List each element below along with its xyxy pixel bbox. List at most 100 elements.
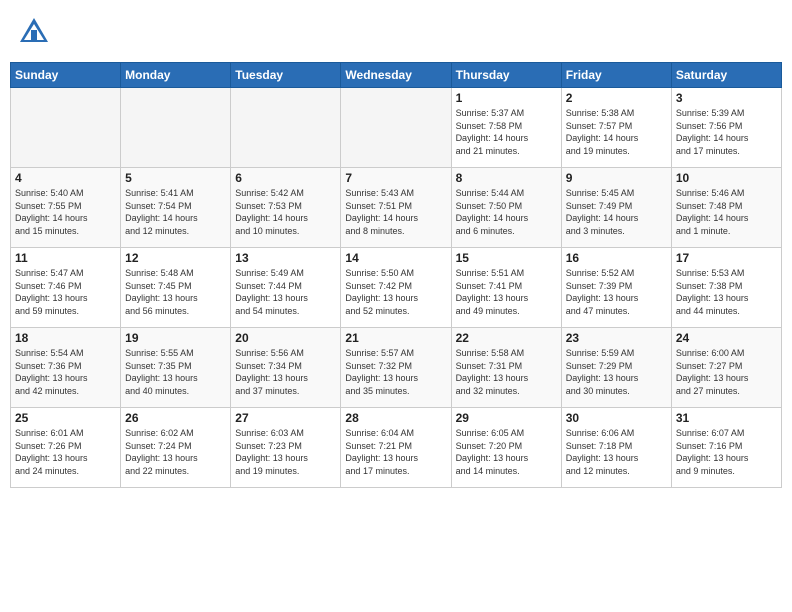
- calendar-cell: 8 Sunrise: 5:44 AM Sunset: 7:50 PM Daylig…: [451, 168, 561, 248]
- day-number: 31: [676, 411, 777, 425]
- day-info: Sunrise: 5:54 AM Sunset: 7:36 PM Dayligh…: [15, 347, 116, 397]
- calendar-cell: 26 Sunrise: 6:02 AM Sunset: 7:24 PM Dayli…: [121, 408, 231, 488]
- calendar-cell: 21 Sunrise: 5:57 AM Sunset: 7:32 PM Dayli…: [341, 328, 451, 408]
- day-info: Sunrise: 6:05 AM Sunset: 7:20 PM Dayligh…: [456, 427, 557, 477]
- weekday-header-monday: Monday: [121, 63, 231, 88]
- calendar-cell: 4 Sunrise: 5:40 AM Sunset: 7:55 PM Daylig…: [11, 168, 121, 248]
- calendar-cell: 30 Sunrise: 6:06 AM Sunset: 7:18 PM Dayli…: [561, 408, 671, 488]
- day-number: 28: [345, 411, 446, 425]
- calendar-cell: [341, 88, 451, 168]
- day-number: 30: [566, 411, 667, 425]
- day-info: Sunrise: 6:02 AM Sunset: 7:24 PM Dayligh…: [125, 427, 226, 477]
- day-number: 6: [235, 171, 336, 185]
- day-info: Sunrise: 5:38 AM Sunset: 7:57 PM Dayligh…: [566, 107, 667, 157]
- day-info: Sunrise: 6:03 AM Sunset: 7:23 PM Dayligh…: [235, 427, 336, 477]
- calendar-cell: 28 Sunrise: 6:04 AM Sunset: 7:21 PM Dayli…: [341, 408, 451, 488]
- week-row-2: 4 Sunrise: 5:40 AM Sunset: 7:55 PM Daylig…: [11, 168, 782, 248]
- day-number: 24: [676, 331, 777, 345]
- week-row-5: 25Sunrise: 6:01 AM Sunset: 7:26 PM Dayli…: [11, 408, 782, 488]
- day-number: 11: [15, 251, 116, 265]
- calendar-cell: 22Sunrise: 5:58 AM Sunset: 7:31 PM Dayli…: [451, 328, 561, 408]
- day-info: Sunrise: 6:04 AM Sunset: 7:21 PM Dayligh…: [345, 427, 446, 477]
- day-info: Sunrise: 5:52 AM Sunset: 7:39 PM Dayligh…: [566, 267, 667, 317]
- calendar-table: SundayMondayTuesdayWednesdayThursdayFrid…: [10, 62, 782, 488]
- calendar-cell: 31 Sunrise: 6:07 AM Sunset: 7:16 PM Dayli…: [671, 408, 781, 488]
- calendar-cell: 14Sunrise: 5:50 AM Sunset: 7:42 PM Dayli…: [341, 248, 451, 328]
- calendar-cell: [231, 88, 341, 168]
- logo-icon: [16, 14, 52, 50]
- day-info: Sunrise: 5:46 AM Sunset: 7:48 PM Dayligh…: [676, 187, 777, 237]
- day-number: 7: [345, 171, 446, 185]
- day-number: 20: [235, 331, 336, 345]
- day-number: 21: [345, 331, 446, 345]
- calendar-cell: 16 Sunrise: 5:52 AM Sunset: 7:39 PM Dayli…: [561, 248, 671, 328]
- day-number: 8: [456, 171, 557, 185]
- day-info: Sunrise: 5:53 AM Sunset: 7:38 PM Dayligh…: [676, 267, 777, 317]
- calendar-cell: 18 Sunrise: 5:54 AM Sunset: 7:36 PM Dayli…: [11, 328, 121, 408]
- day-number: 2: [566, 91, 667, 105]
- day-info: Sunrise: 5:50 AM Sunset: 7:42 PM Dayligh…: [345, 267, 446, 317]
- day-info: Sunrise: 5:40 AM Sunset: 7:55 PM Dayligh…: [15, 187, 116, 237]
- day-number: 23: [566, 331, 667, 345]
- day-info: Sunrise: 6:00 AM Sunset: 7:27 PM Dayligh…: [676, 347, 777, 397]
- calendar-cell: 7 Sunrise: 5:43 AM Sunset: 7:51 PM Daylig…: [341, 168, 451, 248]
- day-info: Sunrise: 5:44 AM Sunset: 7:50 PM Dayligh…: [456, 187, 557, 237]
- day-info: Sunrise: 5:39 AM Sunset: 7:56 PM Dayligh…: [676, 107, 777, 157]
- calendar-cell: 24 Sunrise: 6:00 AM Sunset: 7:27 PM Dayli…: [671, 328, 781, 408]
- day-number: 29: [456, 411, 557, 425]
- weekday-header-thursday: Thursday: [451, 63, 561, 88]
- calendar-cell: 20 Sunrise: 5:56 AM Sunset: 7:34 PM Dayli…: [231, 328, 341, 408]
- logo: [16, 14, 56, 50]
- calendar-cell: 19Sunrise: 5:55 AM Sunset: 7:35 PM Dayli…: [121, 328, 231, 408]
- day-number: 16: [566, 251, 667, 265]
- calendar-cell: 13 Sunrise: 5:49 AM Sunset: 7:44 PM Dayli…: [231, 248, 341, 328]
- header: [10, 10, 782, 54]
- day-info: Sunrise: 5:47 AM Sunset: 7:46 PM Dayligh…: [15, 267, 116, 317]
- calendar-cell: 23Sunrise: 5:59 AM Sunset: 7:29 PM Dayli…: [561, 328, 671, 408]
- day-number: 4: [15, 171, 116, 185]
- calendar-cell: 9 Sunrise: 5:45 AM Sunset: 7:49 PM Daylig…: [561, 168, 671, 248]
- calendar-cell: 3Sunrise: 5:39 AM Sunset: 7:56 PM Daylig…: [671, 88, 781, 168]
- calendar-cell: 1 Sunrise: 5:37 AM Sunset: 7:58 PM Daylig…: [451, 88, 561, 168]
- weekday-header-sunday: Sunday: [11, 63, 121, 88]
- weekday-header-tuesday: Tuesday: [231, 63, 341, 88]
- day-number: 17: [676, 251, 777, 265]
- day-number: 19: [125, 331, 226, 345]
- day-info: Sunrise: 6:07 AM Sunset: 7:16 PM Dayligh…: [676, 427, 777, 477]
- day-info: Sunrise: 6:06 AM Sunset: 7:18 PM Dayligh…: [566, 427, 667, 477]
- day-number: 18: [15, 331, 116, 345]
- day-info: Sunrise: 5:49 AM Sunset: 7:44 PM Dayligh…: [235, 267, 336, 317]
- calendar-cell: 11 Sunrise: 5:47 AM Sunset: 7:46 PM Dayli…: [11, 248, 121, 328]
- calendar-cell: 15Sunrise: 5:51 AM Sunset: 7:41 PM Dayli…: [451, 248, 561, 328]
- day-info: Sunrise: 5:56 AM Sunset: 7:34 PM Dayligh…: [235, 347, 336, 397]
- weekday-header-saturday: Saturday: [671, 63, 781, 88]
- calendar-cell: 17 Sunrise: 5:53 AM Sunset: 7:38 PM Dayli…: [671, 248, 781, 328]
- weekday-header-row: SundayMondayTuesdayWednesdayThursdayFrid…: [11, 63, 782, 88]
- calendar-cell: 25Sunrise: 6:01 AM Sunset: 7:26 PM Dayli…: [11, 408, 121, 488]
- calendar-cell: 2 Sunrise: 5:38 AM Sunset: 7:57 PM Daylig…: [561, 88, 671, 168]
- calendar-cell: 5Sunrise: 5:41 AM Sunset: 7:54 PM Daylig…: [121, 168, 231, 248]
- day-number: 5: [125, 171, 226, 185]
- day-info: Sunrise: 5:43 AM Sunset: 7:51 PM Dayligh…: [345, 187, 446, 237]
- day-info: Sunrise: 5:37 AM Sunset: 7:58 PM Dayligh…: [456, 107, 557, 157]
- day-info: Sunrise: 5:58 AM Sunset: 7:31 PM Dayligh…: [456, 347, 557, 397]
- week-row-1: 1 Sunrise: 5:37 AM Sunset: 7:58 PM Daylig…: [11, 88, 782, 168]
- day-info: Sunrise: 5:57 AM Sunset: 7:32 PM Dayligh…: [345, 347, 446, 397]
- calendar-cell: [11, 88, 121, 168]
- calendar-cell: 12 Sunrise: 5:48 AM Sunset: 7:45 PM Dayli…: [121, 248, 231, 328]
- day-number: 9: [566, 171, 667, 185]
- calendar-cell: 10Sunrise: 5:46 AM Sunset: 7:48 PM Dayli…: [671, 168, 781, 248]
- day-number: 15: [456, 251, 557, 265]
- day-info: Sunrise: 5:48 AM Sunset: 7:45 PM Dayligh…: [125, 267, 226, 317]
- day-number: 26: [125, 411, 226, 425]
- day-info: Sunrise: 6:01 AM Sunset: 7:26 PM Dayligh…: [15, 427, 116, 477]
- day-info: Sunrise: 5:45 AM Sunset: 7:49 PM Dayligh…: [566, 187, 667, 237]
- calendar-cell: 27 Sunrise: 6:03 AM Sunset: 7:23 PM Dayli…: [231, 408, 341, 488]
- calendar-cell: [121, 88, 231, 168]
- calendar-cell: 29 Sunrise: 6:05 AM Sunset: 7:20 PM Dayli…: [451, 408, 561, 488]
- weekday-header-wednesday: Wednesday: [341, 63, 451, 88]
- day-number: 13: [235, 251, 336, 265]
- day-number: 12: [125, 251, 226, 265]
- day-number: 27: [235, 411, 336, 425]
- day-number: 1: [456, 91, 557, 105]
